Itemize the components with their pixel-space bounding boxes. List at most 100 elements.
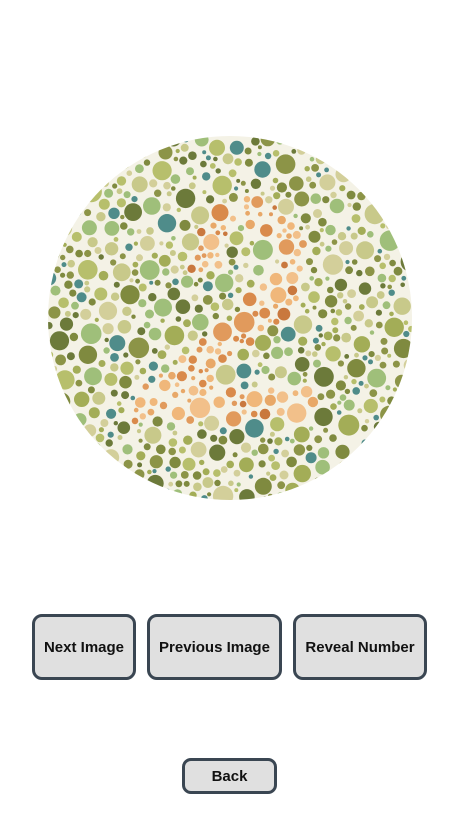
plate-dot xyxy=(214,260,223,269)
plate-dot xyxy=(230,215,236,222)
plate-dot xyxy=(210,434,218,442)
plate-dot xyxy=(154,189,162,197)
plate-dot xyxy=(176,207,181,213)
plate-dot xyxy=(148,293,157,302)
plate-dot xyxy=(379,262,387,270)
plate-dot xyxy=(257,324,265,332)
plate-dot xyxy=(81,220,97,236)
plate-dot xyxy=(149,179,158,188)
plate-dot xyxy=(240,381,249,390)
plate-dot xyxy=(165,282,172,289)
reveal-number-button[interactable]: Reveal Number xyxy=(293,614,427,680)
plate-dot xyxy=(333,334,341,342)
plate-dot xyxy=(66,245,74,254)
plate-dot xyxy=(158,254,171,267)
plate-dot xyxy=(215,252,220,258)
plate-dot xyxy=(218,435,228,445)
plate-dot xyxy=(126,170,133,176)
plate-dot xyxy=(194,254,201,261)
plate-dot xyxy=(108,207,120,219)
plate-dot xyxy=(136,429,142,434)
plate-dot xyxy=(146,474,164,492)
plate-dot xyxy=(201,260,209,268)
plate-dot xyxy=(143,443,151,451)
plate-dot xyxy=(199,379,207,388)
plate-dot xyxy=(64,310,71,317)
plate-dot xyxy=(259,307,271,319)
plate-dot xyxy=(289,259,296,265)
plate-dot xyxy=(55,370,75,390)
plate-dot xyxy=(103,347,110,354)
plate-dot xyxy=(51,392,71,411)
plate-dot xyxy=(204,415,220,431)
plate-dot xyxy=(69,289,77,297)
plate-dot xyxy=(182,457,196,471)
plate-dot xyxy=(326,389,336,399)
plate-dot xyxy=(368,351,375,358)
plate-dot xyxy=(159,401,168,410)
plate-dot xyxy=(102,323,114,335)
plate-dot xyxy=(380,405,398,424)
plate-dot xyxy=(137,327,146,336)
plate-dot xyxy=(90,442,101,453)
plate-dot xyxy=(207,252,214,259)
plate-dot xyxy=(166,191,172,197)
plate-dot xyxy=(344,316,352,325)
plate-dot xyxy=(201,253,207,258)
plate-dot xyxy=(346,226,351,231)
plate-dot xyxy=(350,324,357,331)
plate-dot xyxy=(98,198,110,210)
plate-dot xyxy=(139,367,147,375)
plate-dot xyxy=(220,466,228,473)
plate-dot xyxy=(104,242,119,256)
plate-dot xyxy=(132,261,139,268)
plate-dot xyxy=(48,306,61,319)
next-image-button[interactable]: Next Image xyxy=(32,614,136,680)
plate-dot xyxy=(180,143,189,152)
plate-dot xyxy=(308,291,320,303)
plate-dot xyxy=(351,214,361,223)
plate-dot xyxy=(338,414,360,436)
plate-dot xyxy=(284,347,293,357)
plate-dot xyxy=(175,148,180,154)
plate-dot xyxy=(125,243,133,251)
plate-dot xyxy=(68,204,82,218)
plate-dot xyxy=(305,176,312,182)
plate-dot xyxy=(112,183,118,189)
plate-dot xyxy=(131,176,148,193)
plate-dot xyxy=(323,427,329,433)
plate-dot xyxy=(191,206,210,225)
plate-dot xyxy=(318,309,328,319)
plate-dot xyxy=(239,394,245,400)
plate-dot xyxy=(67,259,75,268)
plate-dot xyxy=(222,298,234,311)
plate-dot xyxy=(170,471,178,479)
plate-dot xyxy=(357,408,363,414)
plate-dot xyxy=(196,346,203,353)
plate-dot xyxy=(110,363,119,372)
plate-dot xyxy=(251,137,260,146)
plate-dot xyxy=(226,246,238,258)
plate-dot xyxy=(270,417,285,432)
plate-dot xyxy=(136,254,143,262)
plate-dot xyxy=(301,282,310,292)
plate-dot xyxy=(267,318,272,323)
plate-dot xyxy=(257,211,263,217)
plate-dot xyxy=(73,413,87,427)
plate-dot xyxy=(167,287,181,301)
plate-dot xyxy=(287,285,298,296)
previous-image-button[interactable]: Previous Image xyxy=(147,614,282,680)
plate-dot xyxy=(377,248,383,254)
plate-dot xyxy=(314,435,323,444)
plate-dot xyxy=(338,461,348,470)
plate-dot xyxy=(179,264,185,270)
plate-dot xyxy=(78,260,98,280)
plate-dot xyxy=(87,386,95,394)
plate-dot xyxy=(347,359,366,378)
plate-dot xyxy=(210,302,220,311)
plate-dot xyxy=(193,281,199,287)
plate-dot xyxy=(232,452,238,458)
plate-dot xyxy=(172,278,179,286)
plate-dot xyxy=(134,374,140,380)
back-button[interactable]: Back xyxy=(182,758,277,794)
